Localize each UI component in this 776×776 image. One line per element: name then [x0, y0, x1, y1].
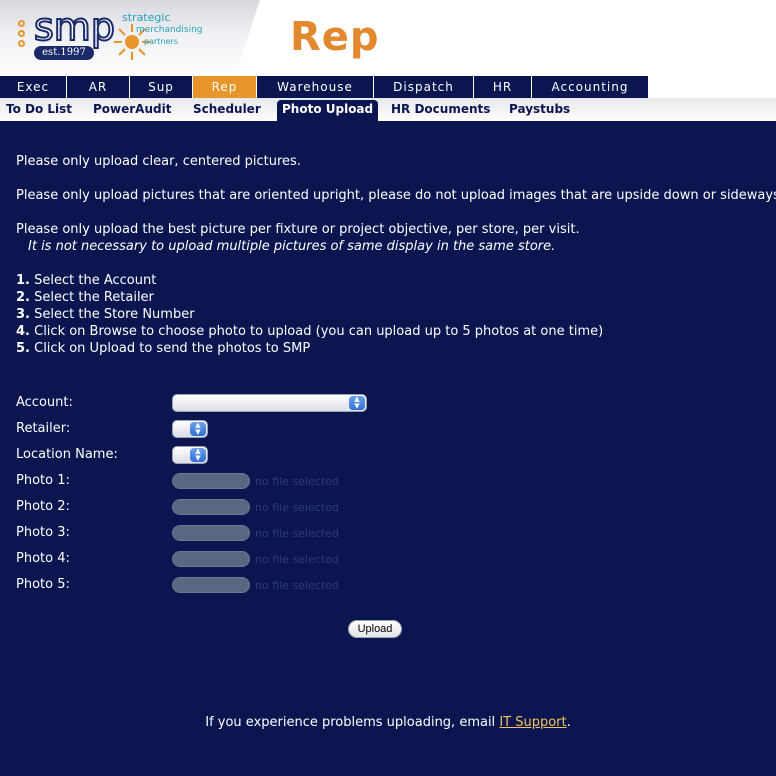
main-tab-hr[interactable]: HR — [474, 76, 532, 98]
step-text: Click on Browse to choose photo to uploa… — [29, 324, 604, 339]
select-arrows-icon: ▲ ▼ — [190, 422, 206, 436]
instruction-line-3: Please only upload the best picture per … — [16, 222, 580, 237]
photo-2-status: no file selected — [255, 501, 339, 514]
main-tab-dispatch[interactable]: Dispatch — [374, 76, 474, 98]
account-label: Account: — [16, 395, 73, 410]
select-arrows-icon: ▲ ▼ — [349, 396, 365, 410]
logo-tagline-3: partners — [144, 37, 178, 46]
footer-text: If you experience problems uploading, em… — [205, 715, 500, 730]
step-number: 2. — [16, 290, 30, 305]
logo-tagline-1: strategic — [122, 11, 171, 24]
main-tab-warehouse[interactable]: Warehouse — [257, 76, 374, 98]
photo-1-label: Photo 1: — [16, 473, 70, 488]
location-select[interactable]: ▲ ▼ — [172, 446, 208, 464]
step-4: 4. Click on Browse to choose photo to up… — [16, 323, 603, 340]
step-number: 5. — [16, 341, 30, 356]
step-number: 1. — [16, 273, 30, 288]
sub-tab-paystubs[interactable]: Paystubs — [509, 100, 570, 118]
instruction-note: It is not necessary to upload multiple p… — [28, 239, 556, 254]
retailer-label: Retailer: — [16, 421, 71, 436]
it-support-link[interactable]: IT Support — [499, 715, 566, 730]
photo-5-status: no file selected — [255, 579, 339, 592]
step-text: Select the Store Number — [29, 307, 195, 322]
instruction-line-2: Please only upload pictures that are ori… — [16, 188, 776, 203]
logo-tagline-2: merchandising — [136, 25, 203, 35]
account-select[interactable]: ▲ ▼ — [172, 394, 367, 412]
main-tab-sup[interactable]: Sup — [130, 76, 193, 98]
step-text: Click on Upload to send the photos to SM… — [29, 341, 311, 356]
sub-tab-scheduler[interactable]: Scheduler — [193, 100, 261, 118]
step-text: Select the Account — [29, 273, 157, 288]
photo-5-browse-button[interactable] — [172, 577, 250, 593]
step-1: 1. Select the Account — [16, 272, 156, 289]
photo-4-browse-button[interactable] — [172, 551, 250, 567]
sub-tab-photo-upload[interactable]: Photo Upload — [277, 100, 379, 121]
footer: If you experience problems uploading, em… — [0, 715, 776, 730]
logo-tagline: strategic merchandising partners — [122, 12, 203, 48]
section-title: Rep — [290, 14, 380, 60]
main-tab-exec[interactable]: Exec — [0, 76, 67, 98]
photo-2-label: Photo 2: — [16, 499, 70, 514]
photo-3-label: Photo 3: — [16, 525, 70, 540]
location-label: Location Name: — [16, 447, 118, 462]
sub-tab-poweraudit[interactable]: PowerAudit — [93, 100, 171, 118]
photo-4-status: no file selected — [255, 553, 339, 566]
photo-3-browse-button[interactable] — [172, 525, 250, 541]
step-2: 2. Select the Retailer — [16, 289, 154, 306]
main-tab-rep[interactable]: Rep — [193, 76, 257, 98]
photo-4-label: Photo 4: — [16, 551, 70, 566]
step-text: Select the Retailer — [29, 290, 154, 305]
retailer-select[interactable]: ▲ ▼ — [172, 420, 208, 438]
photo-1-status: no file selected — [255, 475, 339, 488]
photo-3-status: no file selected — [255, 527, 339, 540]
main-tab-accounting[interactable]: Accounting — [532, 76, 649, 98]
logo-brand-text: smp — [34, 6, 115, 49]
photo-2-browse-button[interactable] — [172, 499, 250, 515]
logo-dots-icon — [18, 20, 25, 50]
select-arrows-icon: ▲ ▼ — [190, 448, 206, 462]
step-3: 3. Select the Store Number — [16, 306, 195, 323]
step-number: 4. — [16, 324, 30, 339]
sub-tab-hr-documents[interactable]: HR Documents — [391, 100, 490, 118]
step-number: 3. — [16, 307, 30, 322]
logo-est: est.1997 — [34, 46, 94, 60]
step-5: 5. Click on Upload to send the photos to… — [16, 340, 310, 357]
header: smp est.1997 strategic merchandising par… — [0, 0, 776, 76]
instruction-line-1: Please only upload clear, centered pictu… — [16, 154, 301, 169]
main-tab-ar[interactable]: AR — [67, 76, 130, 98]
sub-tab-to-do-list[interactable]: To Do List — [6, 100, 72, 118]
sub-nav: To Do List PowerAudit Scheduler Photo Up… — [0, 98, 776, 121]
footer-period: . — [566, 715, 571, 730]
photo-1-browse-button[interactable] — [172, 473, 250, 489]
upload-button[interactable]: Upload — [348, 620, 402, 638]
photo-5-label: Photo 5: — [16, 577, 70, 592]
main-nav: Exec AR Sup Rep Warehouse Dispatch HR Ac… — [0, 76, 776, 98]
